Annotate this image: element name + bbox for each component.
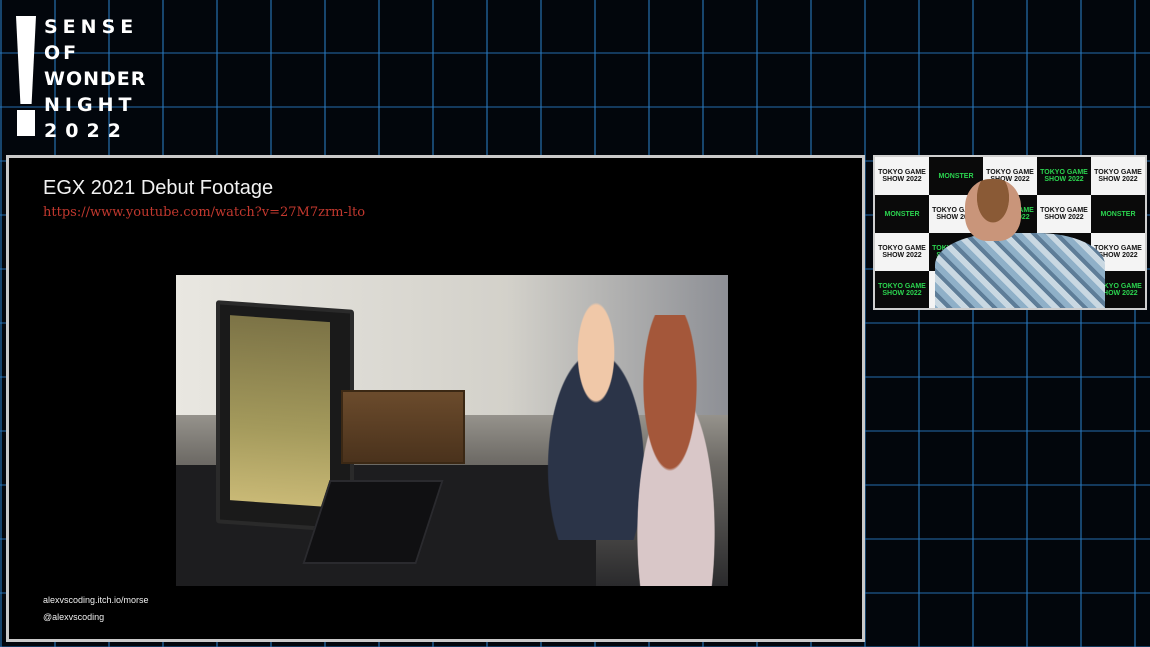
backdrop-tile: TOKYO GAME SHOW 2022 bbox=[875, 271, 929, 308]
speaker bbox=[935, 175, 1105, 308]
speaker-shirt bbox=[935, 233, 1105, 308]
photo-person-2 bbox=[616, 315, 728, 586]
exclamation-dot bbox=[17, 110, 35, 136]
credit-handle: @alexvscoding bbox=[43, 612, 105, 622]
credit-site: alexvscoding.itch.io/morse bbox=[43, 595, 149, 605]
speaker-head bbox=[965, 179, 1021, 241]
slide-title: EGX 2021 Debut Footage bbox=[43, 177, 274, 199]
logo-line-1: SENSE bbox=[44, 16, 139, 38]
logo-line-2: OF bbox=[44, 42, 80, 64]
logo-line-5: 2022 bbox=[44, 120, 129, 142]
backdrop-tile: TOKYO GAME SHOW 2022 bbox=[875, 233, 929, 271]
backdrop-tile: MONSTER bbox=[875, 195, 929, 233]
event-photo bbox=[176, 275, 728, 586]
event-logo: SENSE OF WONDER NIGHT 2022 bbox=[14, 14, 154, 142]
speaker-webcam: TOKYO GAME SHOW 2022 MONSTER TOKYO GAME SH… bbox=[873, 155, 1147, 310]
presentation-slide: EGX 2021 Debut Footage https://www.youtu… bbox=[6, 155, 865, 642]
photo-telegraph-box bbox=[341, 390, 465, 464]
photo-monitor-screen bbox=[230, 315, 330, 508]
logo-line-3: WONDER bbox=[44, 68, 147, 90]
exclamation-icon bbox=[16, 16, 36, 104]
video-link[interactable]: https://www.youtube.com/watch?v=27M7zrm-… bbox=[43, 205, 365, 220]
logo-line-4: NIGHT bbox=[44, 94, 137, 116]
backdrop-tile: TOKYO GAME SHOW 2022 bbox=[875, 157, 929, 195]
